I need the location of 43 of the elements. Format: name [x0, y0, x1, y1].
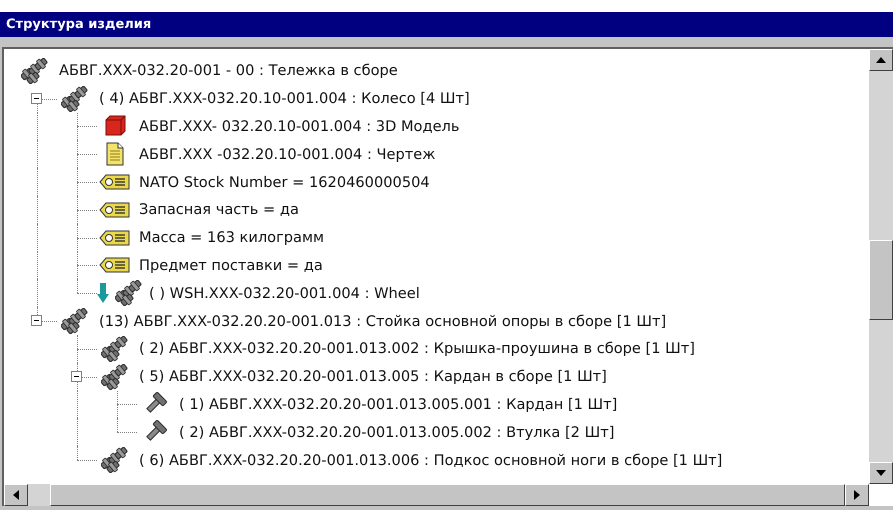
tree-item[interactable]: ( 2) АБВГ.XXX-032.20.20-001.013.002 : Крышка-проушина в сборе [1 Шт] [139, 340, 695, 358]
tree-item[interactable]: ( 1) АБВГ.XXX-032.20.20-001.013.005.001 : Кардан [1 Шт] [179, 396, 618, 413]
tag-icon [99, 228, 131, 247]
assembly-icon [115, 280, 143, 306]
assembly-icon [61, 308, 89, 334]
vertical-scrollbar[interactable] [869, 49, 893, 484]
down-arrow-icon [97, 283, 109, 304]
up-arrow-icon [876, 57, 886, 63]
collapse-button[interactable] [71, 370, 82, 382]
scroll-down-button[interactable] [869, 462, 893, 484]
tree-item[interactable]: ( ) WSH.XXX-032.20-001.004 : Wheel [149, 284, 420, 302]
tree-item[interactable]: ( 4) АБВГ.XXX-032.20.10-001.004 : Колесо [4 Шт] [99, 90, 470, 108]
tree-item[interactable]: АБВГ.XXX-032.20-001 - 00 : Тележка в сборе [59, 62, 398, 80]
collapse-button[interactable] [31, 92, 42, 104]
tree-item[interactable]: (13) АБВГ.XXX-032.20.20-001.013 : Стойка основной опоры в сборе [1 Шт] [99, 312, 666, 330]
assembly-icon [101, 447, 129, 474]
assembly-icon [101, 336, 129, 362]
tree-item[interactable]: Предмет поставки = да [139, 256, 323, 274]
tree-item[interactable]: АБВГ.XXX- 032.20.10-001.004 : 3D Модель [139, 118, 460, 135]
scroll-right-button[interactable] [845, 484, 869, 506]
cube-icon [103, 114, 127, 138]
tree-item[interactable]: ( 2) АБВГ.XXX-032.20.20-001.013.005.002 : Втулка [2 Шт] [179, 424, 614, 441]
assembly-icon [21, 58, 49, 84]
tree-item[interactable]: ( 5) АБВГ.XXX-032.20.20-001.013.005 : Кардан в сборе [1 Шт] [139, 368, 607, 386]
scroll-left-button[interactable] [4, 484, 28, 506]
tag-icon [99, 200, 131, 219]
left-arrow-icon [13, 490, 19, 500]
window-title: Структура изделия [0, 12, 893, 37]
assembly-icon [61, 86, 89, 112]
collapse-button[interactable] [31, 315, 42, 326]
right-arrow-icon [854, 490, 860, 500]
tag-icon [99, 173, 131, 192]
document-icon [105, 142, 125, 166]
scroll-up-button[interactable] [869, 49, 893, 71]
tree-item[interactable]: NATO Stock Number = 1620460000504 [139, 174, 430, 191]
tree-item[interactable]: ( 6) АБВГ.XXX-032.20.20-001.013.006 : Подкос основной ноги в сборе [1 Шт] [139, 452, 722, 469]
tree-item[interactable]: Запасная часть = да [139, 201, 299, 218]
assembly-icon [101, 364, 129, 390]
down-arrow-icon [876, 470, 886, 476]
scrollbar-thumb[interactable] [869, 240, 893, 320]
tree-item[interactable]: Масса = 163 килограмм [139, 229, 324, 246]
tag-icon [99, 256, 131, 274]
tree-item[interactable]: АБВГ.XXX -032.20.10-001.004 : Чертеж [139, 146, 436, 163]
